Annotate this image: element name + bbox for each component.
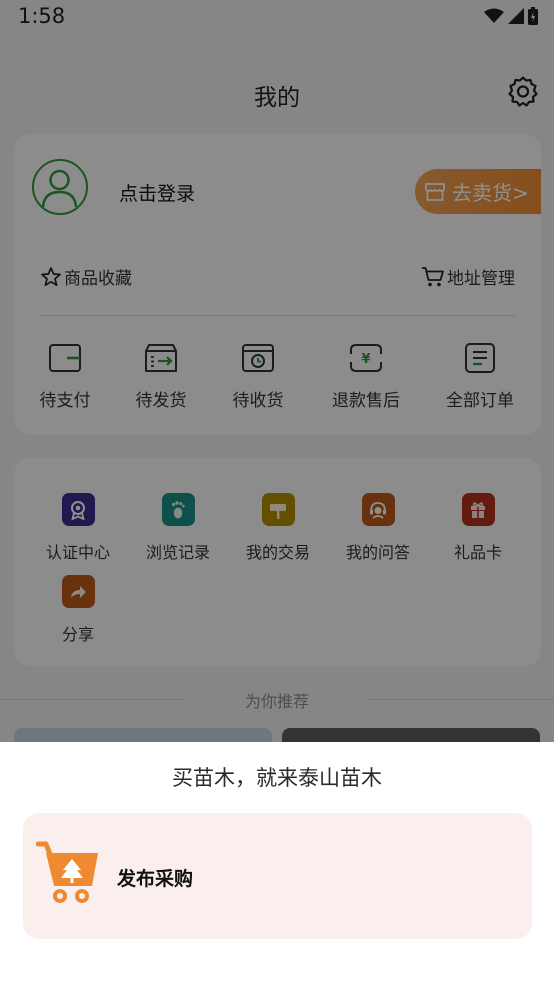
publish-purchase-option[interactable]: 发布采购 [23, 813, 532, 939]
modal-overlay[interactable] [0, 0, 554, 742]
sheet-title: 买苗木，就来泰山苗木 [172, 766, 382, 790]
shopping-cart-tree-icon [36, 841, 98, 903]
bottom-sheet: 买苗木，就来泰山苗木 发布采购 [0, 742, 554, 984]
publish-purchase-label: 发布采购 [117, 868, 194, 890]
